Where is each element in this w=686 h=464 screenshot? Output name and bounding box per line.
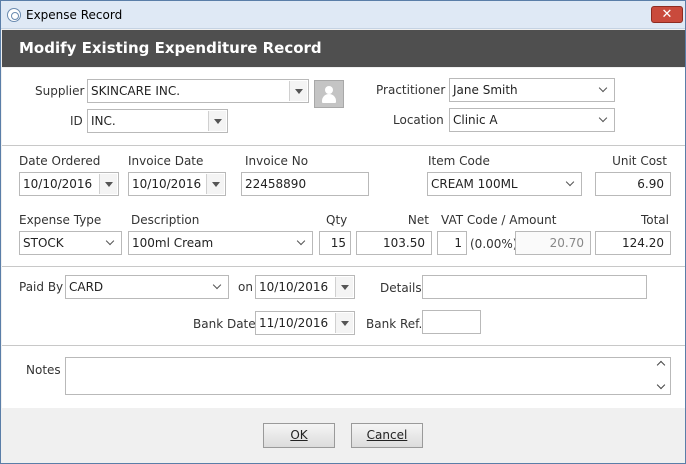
- expense-type-value: STOCK: [23, 236, 64, 250]
- invoice-date-picker[interactable]: 10/10/2016: [128, 172, 226, 196]
- invoice-date-value: 10/10/2016: [132, 177, 202, 191]
- date-ordered-picker[interactable]: 10/10/2016: [19, 172, 119, 196]
- ok-button-label: OK: [290, 428, 308, 442]
- bank-ref-input[interactable]: [422, 310, 481, 334]
- invoice-no-input[interactable]: 22458890: [241, 172, 369, 196]
- chevron-down-icon[interactable]: [99, 174, 117, 194]
- notes-section: Notes: [2, 346, 685, 408]
- paid-on-date-picker[interactable]: 10/10/2016: [255, 275, 355, 299]
- id-dropdown[interactable]: INC.: [87, 109, 228, 133]
- invoice-date-label: Invoice Date: [128, 154, 204, 168]
- qty-input[interactable]: 15: [319, 231, 351, 255]
- practitioner-value: Jane Smith: [453, 83, 518, 97]
- page-title: Modify Existing Expenditure Record: [19, 39, 322, 57]
- scroll-down-icon[interactable]: [656, 382, 666, 392]
- chevron-down-icon[interactable]: [335, 277, 353, 297]
- close-icon: ✕: [661, 7, 673, 22]
- chevron-down-icon[interactable]: [562, 174, 580, 194]
- bank-ref-label: Bank Ref.: [366, 317, 423, 331]
- description-dropdown[interactable]: 100ml Cream: [128, 231, 313, 255]
- net-label: Net: [407, 213, 429, 227]
- item-code-dropdown[interactable]: CREAM 100ML: [427, 172, 582, 196]
- expense-record-window: Expense Record ✕ Modify Existing Expendi…: [0, 0, 686, 464]
- practitioner-label: Practitioner: [376, 83, 446, 97]
- payment-section: Paid By CARD on 10/10/2016 Details Bank …: [2, 267, 685, 345]
- unit-cost-label: Unit Cost: [612, 154, 667, 168]
- ok-button[interactable]: OK: [263, 423, 335, 448]
- person-icon: [325, 86, 333, 94]
- cancel-button-label: Cancel: [366, 428, 408, 442]
- bank-date-value: 11/10/2016: [259, 316, 329, 330]
- chevron-down-icon[interactable]: [293, 233, 311, 253]
- chevron-down-icon[interactable]: [335, 313, 353, 333]
- id-label: ID: [70, 114, 83, 128]
- supplier-label: Supplier: [35, 84, 85, 98]
- scroll-up-icon[interactable]: [656, 359, 666, 369]
- bank-date-label: Bank Date: [193, 317, 256, 331]
- supplier-dropdown[interactable]: SKINCARE INC.: [87, 79, 309, 103]
- chevron-down-icon[interactable]: [206, 174, 224, 194]
- bank-date-picker[interactable]: 11/10/2016: [255, 311, 355, 335]
- invoice-no-label: Invoice No: [245, 154, 309, 168]
- details-input[interactable]: [422, 275, 647, 299]
- on-label: on: [238, 280, 253, 294]
- expense-type-dropdown[interactable]: STOCK: [19, 231, 122, 255]
- details-label: Details: [380, 281, 422, 295]
- practitioner-dropdown[interactable]: Jane Smith: [449, 78, 615, 102]
- qty-label: Qty: [326, 213, 348, 227]
- location-label: Location: [393, 113, 444, 127]
- vat-label: VAT Code / Amount: [441, 213, 557, 227]
- date-ordered-value: 10/10/2016: [23, 177, 93, 191]
- unit-cost-input[interactable]: 6.90: [595, 172, 671, 196]
- vat-amount-field: 20.70: [515, 231, 591, 255]
- paid-by-label: Paid By: [19, 280, 64, 294]
- description-value: 100ml Cream: [132, 236, 214, 250]
- total-label: Total: [640, 213, 669, 227]
- chevron-down-icon[interactable]: [595, 80, 613, 100]
- supplier-value: SKINCARE INC.: [91, 84, 181, 98]
- description-label: Description: [131, 213, 200, 227]
- chevron-down-icon[interactable]: [208, 111, 226, 131]
- location-value: Clinic A: [453, 113, 498, 127]
- chevron-down-icon[interactable]: [209, 277, 227, 297]
- date-ordered-label: Date Ordered: [19, 154, 101, 168]
- title-bar: Expense Record ✕: [1, 1, 685, 29]
- chevron-down-icon[interactable]: [102, 233, 120, 253]
- item-code-label: Item Code: [428, 154, 490, 168]
- paid-on-date-value: 10/10/2016: [259, 280, 329, 294]
- app-icon: [7, 8, 21, 22]
- location-dropdown[interactable]: Clinic A: [449, 108, 615, 132]
- window-title: Expense Record: [26, 8, 123, 22]
- vat-percent: (0.00%): [470, 237, 518, 251]
- expense-type-label: Expense Type: [19, 213, 102, 227]
- paid-by-dropdown[interactable]: CARD: [65, 275, 229, 299]
- notes-label: Notes: [26, 363, 61, 377]
- header-bar: Modify Existing Expenditure Record: [2, 30, 685, 67]
- chevron-down-icon[interactable]: [289, 81, 307, 101]
- id-value: INC.: [91, 114, 116, 128]
- supplier-contact-button[interactable]: [314, 80, 344, 108]
- item-code-value: CREAM 100ML: [431, 177, 518, 191]
- notes-textarea[interactable]: [65, 357, 671, 395]
- close-button[interactable]: ✕: [651, 6, 683, 23]
- net-input[interactable]: 103.50: [356, 231, 432, 255]
- order-section: Date Ordered 10/10/2016 Invoice Date 10/…: [2, 146, 685, 266]
- paid-by-value: CARD: [69, 280, 104, 294]
- total-input[interactable]: 124.20: [595, 231, 671, 255]
- vat-code-input[interactable]: 1: [437, 231, 467, 255]
- chevron-down-icon[interactable]: [595, 110, 613, 130]
- cancel-button[interactable]: Cancel: [351, 423, 423, 448]
